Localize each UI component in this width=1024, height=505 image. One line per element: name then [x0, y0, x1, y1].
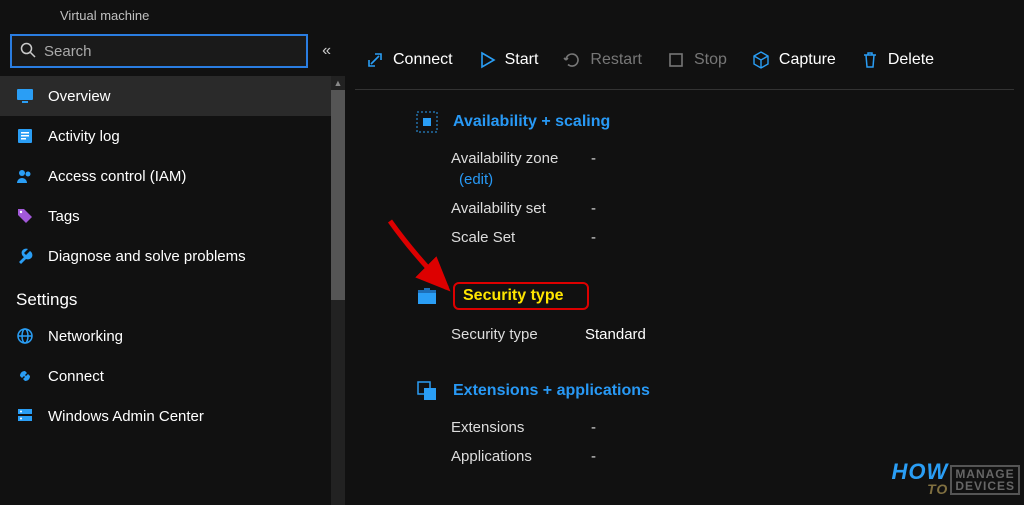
- sidebar-item-wac[interactable]: Windows Admin Center: [0, 396, 345, 436]
- availability-zone-val: -: [585, 150, 596, 167]
- search-icon: [20, 42, 36, 61]
- people-icon: [16, 167, 34, 185]
- search-input[interactable]: [44, 43, 298, 60]
- restart-icon: [562, 50, 582, 70]
- vm-icon: [16, 87, 34, 105]
- start-label: Start: [505, 51, 539, 69]
- sidebar-item-label: Access control (IAM): [48, 168, 186, 185]
- toolbar: Connect Start Restart Stop: [355, 30, 1014, 90]
- security-icon: [415, 284, 439, 308]
- availability-zone-edit-link[interactable]: (edit): [415, 171, 1014, 188]
- applications-val: -: [585, 448, 596, 465]
- wrench-icon: [16, 247, 34, 265]
- extensions-icon: [415, 379, 439, 403]
- stop-label: Stop: [694, 51, 727, 69]
- section-security: Security type Security type Standard: [415, 282, 1014, 349]
- play-icon: [477, 50, 497, 70]
- page-subtitle: Virtual machine: [60, 8, 149, 23]
- connect-icon: [16, 367, 34, 385]
- availability-title: Availability + scaling: [453, 113, 610, 131]
- search-box[interactable]: [10, 34, 308, 68]
- scroll-up-icon[interactable]: ▲: [331, 76, 345, 90]
- availability-zone-key: Availability zone: [415, 150, 585, 167]
- sidebar-item-tags[interactable]: Tags: [0, 196, 345, 236]
- sidebar-item-access-control[interactable]: Access control (IAM): [0, 156, 345, 196]
- server-icon: [16, 407, 34, 425]
- globe-icon: [16, 327, 34, 345]
- security-type-val: Standard: [585, 326, 646, 343]
- sidebar-section-settings: Settings: [0, 276, 345, 316]
- scale-set-val: -: [585, 229, 596, 246]
- sidebar-item-overview[interactable]: Overview: [0, 76, 345, 116]
- stop-icon: [666, 50, 686, 70]
- delete-label: Delete: [888, 51, 934, 69]
- stop-button[interactable]: Stop: [666, 50, 727, 70]
- sidebar-item-networking[interactable]: Networking: [0, 316, 345, 356]
- extensions-key: Extensions: [415, 419, 585, 436]
- security-type-key: Security type: [415, 326, 585, 343]
- sidebar-item-label: Overview: [48, 88, 111, 105]
- capture-button[interactable]: Capture: [751, 50, 836, 70]
- tag-icon: [16, 207, 34, 225]
- main-panel: Connect Start Restart Stop: [345, 30, 1024, 505]
- capture-label: Capture: [779, 51, 836, 69]
- sidebar: « Overview Activity log Access control (…: [0, 30, 345, 505]
- start-button[interactable]: Start: [477, 50, 539, 70]
- scrollbar-thumb[interactable]: [331, 90, 345, 300]
- availability-set-val: -: [585, 200, 596, 217]
- extensions-title: Extensions + applications: [453, 382, 650, 400]
- applications-key: Applications: [415, 448, 585, 465]
- sidebar-item-label: Windows Admin Center: [48, 408, 204, 425]
- sidebar-item-diagnose[interactable]: Diagnose and solve problems: [0, 236, 345, 276]
- connect-icon: [365, 50, 385, 70]
- connect-button[interactable]: Connect: [365, 50, 453, 70]
- extensions-val: -: [585, 419, 596, 436]
- restart-label: Restart: [590, 51, 642, 69]
- availability-set-key: Availability set: [415, 200, 585, 217]
- sidebar-item-label: Connect: [48, 368, 104, 385]
- section-extensions: Extensions + applications Extensions - A…: [415, 379, 1014, 471]
- security-title: Security type: [453, 282, 589, 310]
- section-availability: Availability + scaling Availability zone…: [415, 110, 1014, 252]
- sidebar-item-activity-log[interactable]: Activity log: [0, 116, 345, 156]
- sidebar-item-label: Activity log: [48, 128, 120, 145]
- availability-icon: [415, 110, 439, 134]
- scale-set-key: Scale Set: [415, 229, 585, 246]
- sidebar-scrollbar[interactable]: ▲: [331, 76, 345, 505]
- trash-icon: [860, 50, 880, 70]
- watermark: HOW TO MANAGE DEVICES: [892, 463, 1020, 497]
- sidebar-item-label: Tags: [48, 208, 80, 225]
- capture-icon: [751, 50, 771, 70]
- restart-button[interactable]: Restart: [562, 50, 642, 70]
- connect-label: Connect: [393, 51, 453, 69]
- log-icon: [16, 127, 34, 145]
- sidebar-item-label: Networking: [48, 328, 123, 345]
- sidebar-item-connect[interactable]: Connect: [0, 356, 345, 396]
- collapse-sidebar-icon[interactable]: «: [318, 38, 335, 64]
- delete-button[interactable]: Delete: [860, 50, 934, 70]
- sidebar-item-label: Diagnose and solve problems: [48, 248, 246, 265]
